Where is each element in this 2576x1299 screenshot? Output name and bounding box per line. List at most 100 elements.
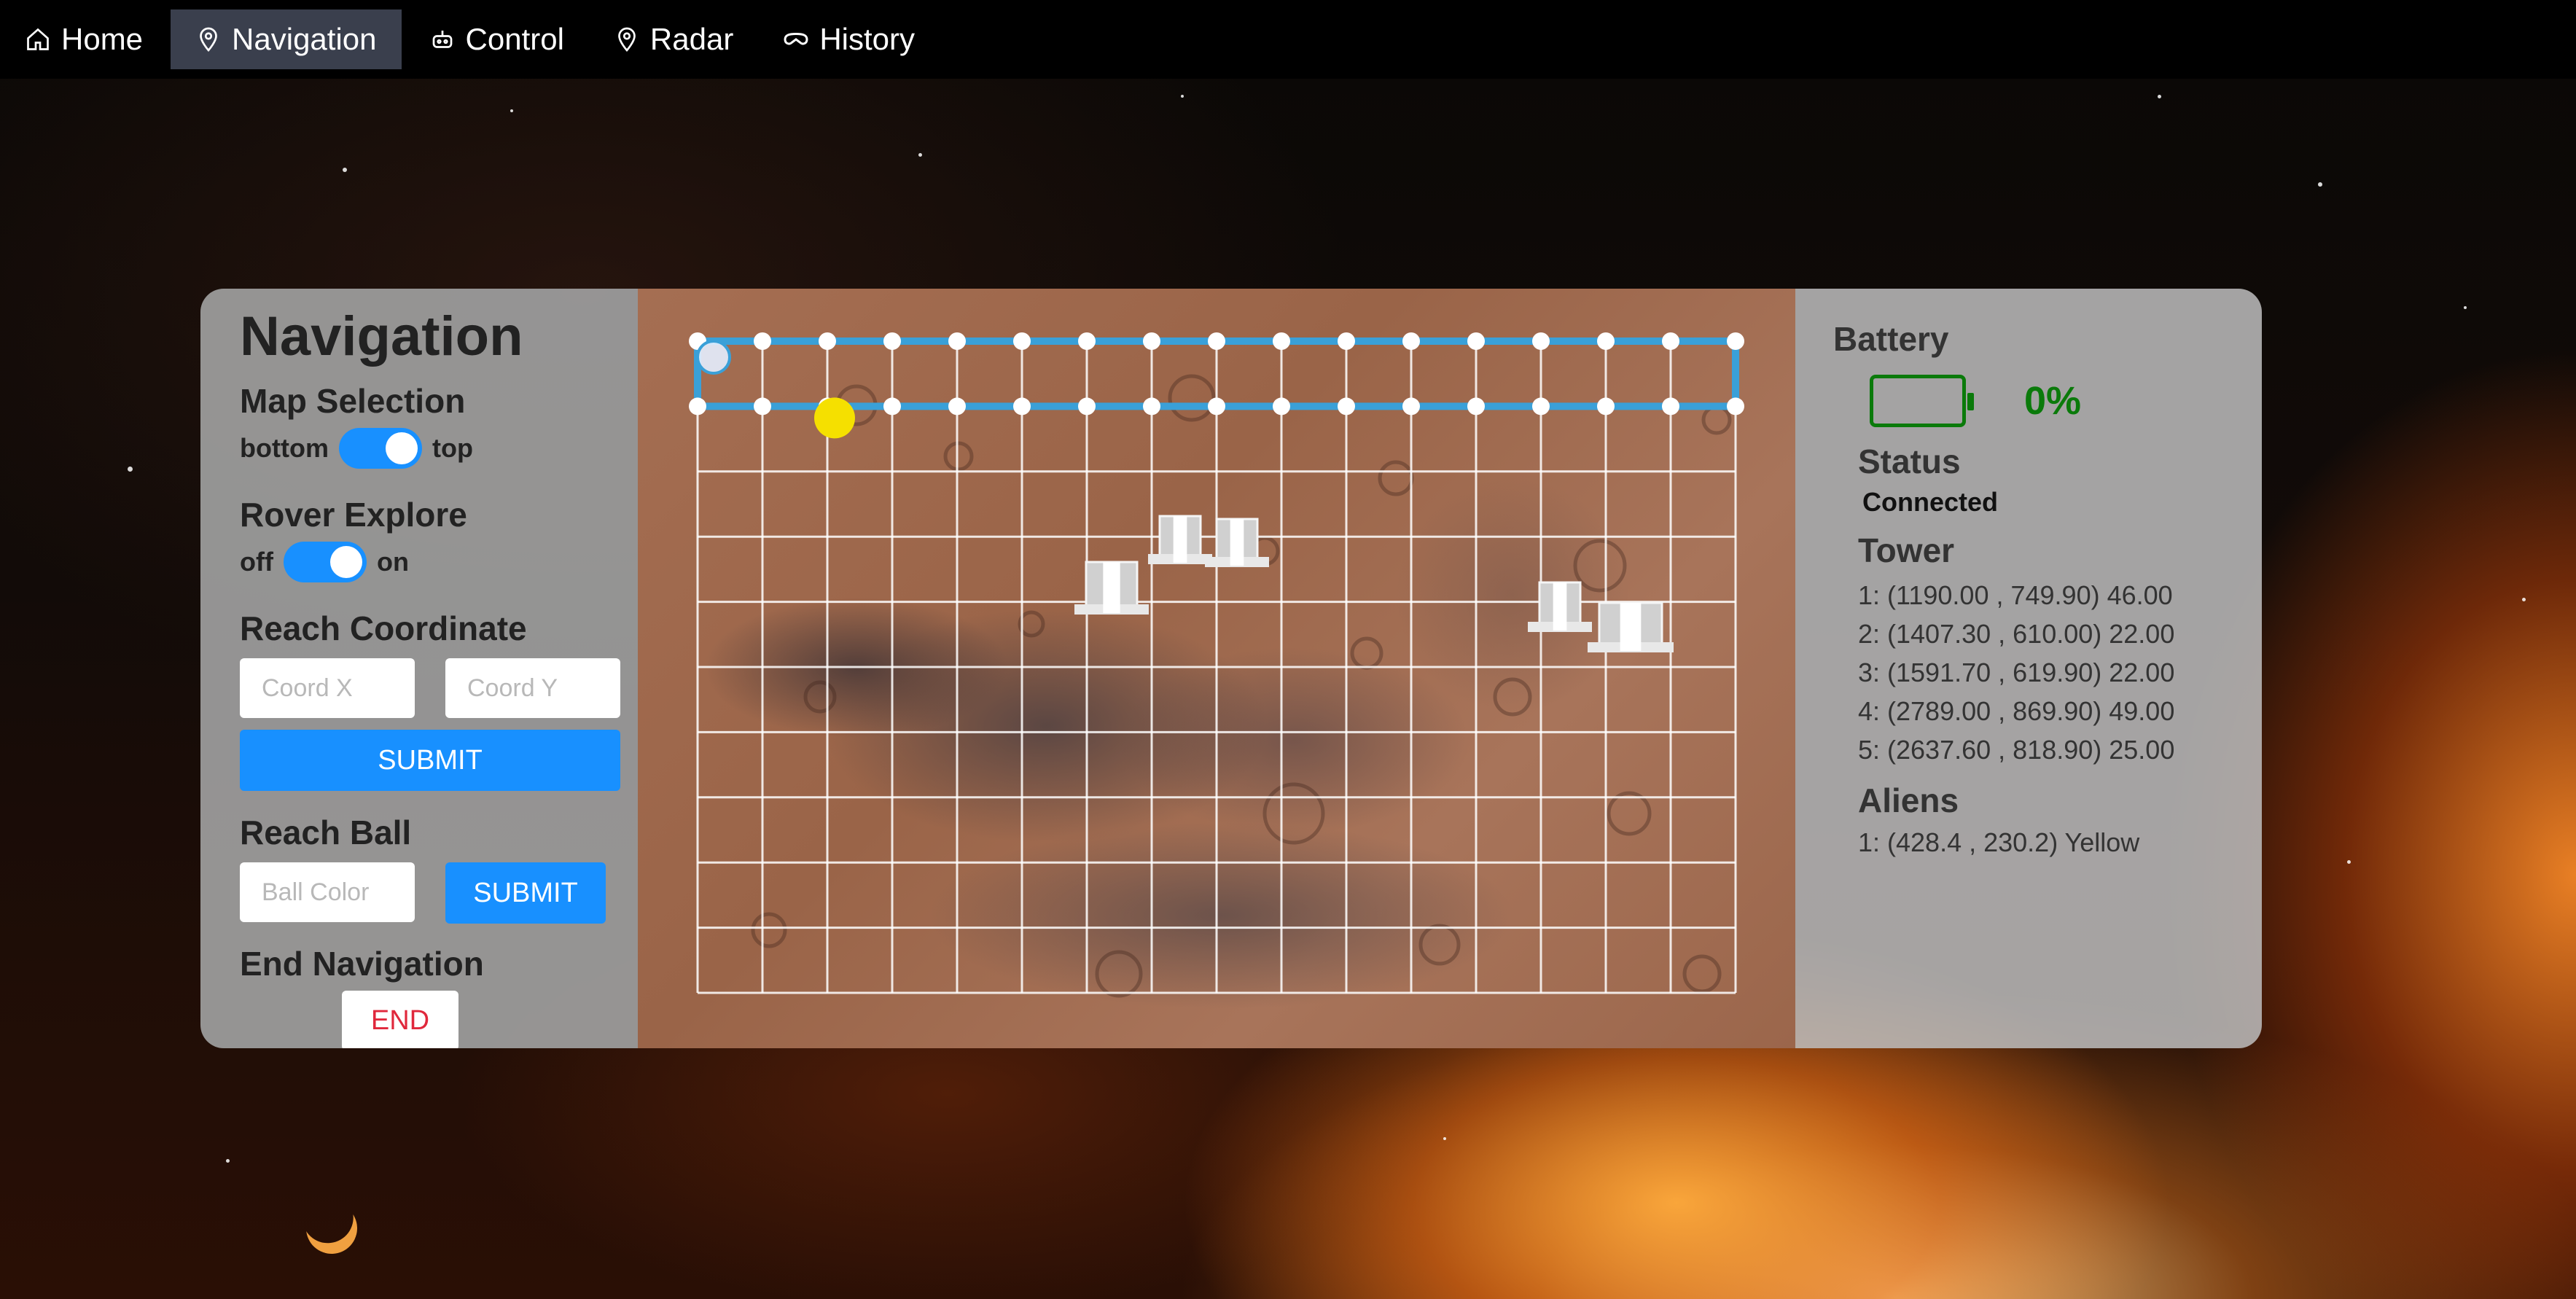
map-selection-section: Map Selection bottom top (240, 381, 638, 469)
crater (1350, 636, 1383, 670)
waypoint-dot (1727, 332, 1744, 350)
map-grid-overlay (689, 332, 1744, 998)
waypoint-dot (1597, 397, 1615, 416)
tower-label: Tower (1858, 531, 1955, 569)
coord-y-input[interactable]: Coord Y (445, 658, 620, 718)
waypoint-dot (1143, 397, 1160, 416)
nav-control-label: Control (465, 22, 564, 56)
tower-list: 1: (1190.00 , 749.90) 46.00 2: (1407.30 … (1858, 580, 2262, 773)
waypoint-dot (883, 397, 901, 416)
waypoint-dot (819, 332, 836, 350)
crater (1095, 950, 1143, 998)
coordinate-submit-button[interactable]: SUBMIT (240, 730, 620, 791)
nav-control[interactable]: Control (405, 9, 589, 69)
battery-percent: 0% (2024, 379, 2082, 423)
star (226, 1159, 230, 1163)
tower-stripe (1620, 603, 1642, 651)
map-pin-icon (618, 27, 636, 52)
crater (1378, 460, 1414, 496)
waypoint-dot (1208, 332, 1225, 350)
star (2464, 306, 2467, 309)
top-nav-bar: Home Navigation Control Radar History (0, 0, 2576, 79)
nav-radar[interactable]: Radar (589, 9, 758, 69)
waypoint-dot (1467, 332, 1485, 350)
rover-explore-heading: Rover Explore (240, 496, 467, 534)
waypoint-dot (883, 332, 901, 350)
waypoint-dot (1597, 332, 1615, 350)
end-navigation-section: End Navigation END (240, 944, 638, 1048)
waypoint-dot (1208, 397, 1225, 416)
nav-history[interactable]: History (758, 9, 940, 69)
star (918, 153, 922, 157)
coord-x-input[interactable]: Coord X (240, 658, 415, 718)
mars-map[interactable] (638, 289, 1795, 1048)
waypoint-dot (1013, 332, 1031, 350)
waypoint-dot (1078, 397, 1096, 416)
nav-navigation[interactable]: Navigation (171, 9, 402, 69)
map-selection-toggle[interactable] (338, 428, 422, 469)
reach-ball-section: Reach Ball Ball Color SUBMIT (240, 813, 638, 924)
waypoint-dot (1273, 397, 1290, 416)
crater (1573, 539, 1627, 593)
map-selection-heading: Map Selection (240, 382, 466, 420)
end-navigation-heading: End Navigation (240, 945, 484, 983)
tower-entry: 1: (1190.00 , 749.90) 46.00 (1858, 580, 2173, 610)
nav-history-label: History (819, 22, 916, 56)
waypoint-dot (689, 397, 706, 416)
crater (943, 441, 974, 472)
rover-explore-off-label: off (240, 547, 273, 577)
waypoint-dot (1532, 332, 1550, 350)
aliens-label: Aliens (1858, 781, 1959, 819)
waypoint-dot (754, 397, 771, 416)
crater (751, 912, 787, 948)
star (2158, 95, 2161, 98)
star (343, 168, 347, 172)
star (2347, 860, 2351, 864)
map-selection-on-label: top (432, 433, 473, 463)
reach-ball-heading: Reach Ball (240, 814, 412, 851)
waypoint-dot (1338, 332, 1355, 350)
vr-glasses-icon (784, 32, 808, 45)
waypoint-dot (948, 397, 966, 416)
waypoint-dot (1013, 397, 1031, 416)
crater (1493, 677, 1532, 717)
star (1181, 95, 1184, 98)
reach-coordinate-heading: Reach Coordinate (240, 609, 527, 647)
crater (1018, 610, 1045, 638)
home-icon (27, 28, 49, 50)
tower-entry: 2: (1407.30 , 610.00) 22.00 (1858, 619, 2175, 649)
star (2318, 182, 2322, 187)
waypoint-dot (948, 332, 966, 350)
waypoint-dot (754, 332, 771, 350)
ball-submit-button[interactable]: SUBMIT (445, 862, 606, 924)
tower-entry: 5: (2637.60 , 818.90) 25.00 (1858, 735, 2175, 765)
control-sidebar: Navigation Map Selection bottom top Rove… (200, 289, 638, 1048)
tower-stripe (1103, 562, 1120, 613)
waypoint-dot (1662, 332, 1679, 350)
crater (1607, 791, 1652, 836)
tower-stripe (1553, 582, 1567, 631)
robot-icon (432, 31, 452, 48)
alien-ball-marker (814, 397, 855, 439)
waypoint-dot (1532, 397, 1550, 416)
panel-title: Navigation (240, 305, 523, 367)
star (1443, 1137, 1446, 1140)
tower-stripe (1230, 519, 1244, 566)
crater (803, 680, 837, 714)
rover-explore-section: Rover Explore off on (240, 495, 638, 582)
waypoint-dot (1402, 397, 1420, 416)
rover-explore-toggle[interactable] (283, 542, 367, 582)
map-selection-off-label: bottom (240, 433, 329, 463)
battery-icon (1870, 375, 1974, 427)
tower-entry: 3: (1591.70 , 619.90) 22.00 (1858, 658, 2175, 687)
waypoint-dot (1727, 397, 1744, 416)
tower-stripe (1173, 516, 1187, 563)
crater (1262, 782, 1325, 845)
status-sidebar: Battery 0% Status Connected Tower 1: (11… (1795, 289, 2262, 1048)
nav-home-label: Home (61, 22, 144, 56)
nav-home[interactable]: Home (22, 9, 168, 69)
end-button[interactable]: END (342, 991, 458, 1048)
tower-entry: 4: (2789.00 , 869.90) 49.00 (1858, 696, 2175, 726)
waypoint-dot (1273, 332, 1290, 350)
ball-color-input[interactable]: Ball Color (240, 862, 415, 922)
